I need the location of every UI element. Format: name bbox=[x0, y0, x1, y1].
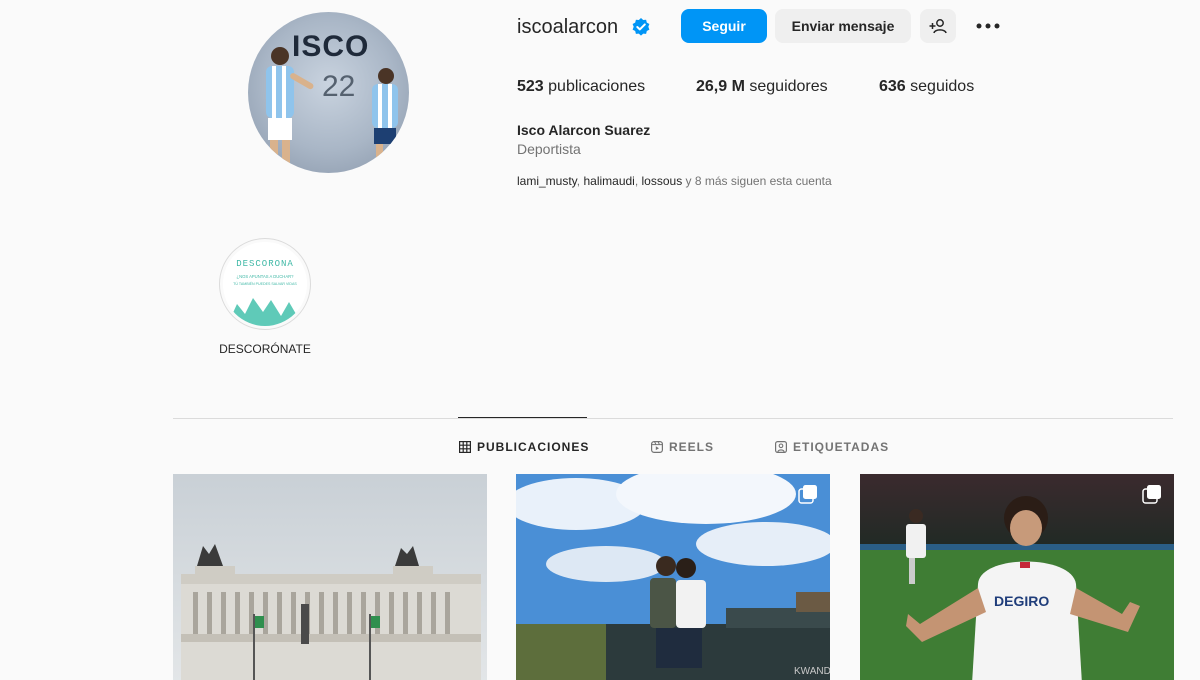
profile-full-name: Isco Alarcon Suarez bbox=[517, 122, 651, 138]
profile-category: Deportista bbox=[517, 141, 581, 157]
post-tile[interactable]: KWANDO bbox=[516, 474, 830, 680]
avatar-name-text: ISCO bbox=[292, 30, 370, 63]
post-image-footballer: DEGIRO bbox=[860, 474, 1174, 680]
followed-by-text[interactable]: lami_musty, halimaudi, lossous y 8 más s… bbox=[517, 174, 832, 188]
followed-by-suffix: y 8 más siguen esta cuenta bbox=[685, 174, 832, 188]
post-image-safari: KWANDO bbox=[516, 474, 830, 680]
following-count[interactable]: 636 seguidos bbox=[879, 78, 974, 96]
highlight-label: DESCORÓNATE bbox=[219, 342, 311, 356]
multiple-photos-icon bbox=[1142, 485, 1161, 504]
send-message-button[interactable]: Enviar mensaje bbox=[775, 9, 911, 43]
following-count-label: seguidos bbox=[910, 78, 975, 95]
tab-tagged-label: ETIQUETADAS bbox=[793, 440, 890, 454]
posts-count: 523 publicaciones bbox=[517, 78, 645, 96]
highlight-cover-line2: TÚ TAMBIÉN PUEDES SALVAR VIDAS bbox=[233, 281, 297, 286]
profile-avatar[interactable]: ISCO 22 bbox=[248, 12, 409, 173]
follow-button[interactable]: Seguir bbox=[681, 9, 767, 43]
posts-count-label: publicaciones bbox=[548, 78, 646, 95]
tagged-icon bbox=[775, 441, 787, 453]
profile-username: iscoalarcon bbox=[517, 16, 619, 38]
active-tab-indicator bbox=[458, 417, 587, 418]
tab-reels[interactable]: REELS bbox=[651, 440, 714, 454]
followers-count-value: 26,9 M bbox=[696, 78, 745, 95]
grid-icon bbox=[459, 441, 471, 453]
followers-count-label: seguidores bbox=[749, 78, 828, 95]
follower-name[interactable]: lami_musty bbox=[517, 174, 577, 188]
tab-tagged[interactable]: ETIQUETADAS bbox=[775, 440, 889, 454]
more-options-icon bbox=[976, 23, 1000, 29]
suggest-accounts-button[interactable] bbox=[920, 9, 956, 43]
highlight-cover-line1: ¿NOS APUNTAS A DUCHAR? bbox=[237, 274, 295, 279]
tab-posts-label: PUBLICACIONES bbox=[477, 440, 590, 454]
post-tile[interactable] bbox=[173, 474, 487, 680]
followers-count[interactable]: 26,9 M seguidores bbox=[696, 78, 828, 96]
tab-posts[interactable]: PUBLICACIONES bbox=[459, 440, 589, 454]
highlight-cover: DESCORONA ¿NOS APUNTAS A DUCHAR? TÚ TAMB… bbox=[223, 242, 307, 326]
tab-reels-label: REELS bbox=[669, 440, 715, 454]
add-person-icon bbox=[929, 19, 947, 34]
post-tile[interactable]: DEGIRO bbox=[860, 474, 1174, 680]
post-image-monument bbox=[173, 474, 487, 680]
verified-badge-icon bbox=[631, 17, 651, 37]
story-highlight[interactable]: DESCORONA ¿NOS APUNTAS A DUCHAR? TÚ TAMB… bbox=[219, 238, 311, 330]
highlight-cover-image: DESCORONA ¿NOS APUNTAS A DUCHAR? TÚ TAMB… bbox=[223, 242, 307, 326]
tabs-divider bbox=[173, 418, 1173, 419]
multiple-photos-icon bbox=[798, 485, 817, 504]
post-jersey-text: DEGIRO bbox=[994, 593, 1049, 609]
highlight-cover-title: DESCORONA bbox=[236, 259, 294, 269]
more-options-button[interactable] bbox=[970, 9, 1006, 43]
reels-icon bbox=[651, 441, 663, 453]
avatar-number-text: 22 bbox=[322, 70, 356, 103]
follower-name[interactable]: halimaudi bbox=[583, 174, 634, 188]
post-sign-text: KWANDO bbox=[794, 666, 830, 677]
following-count-value: 636 bbox=[879, 78, 906, 95]
follower-name[interactable]: lossous bbox=[642, 174, 683, 188]
posts-count-value: 523 bbox=[517, 78, 544, 95]
